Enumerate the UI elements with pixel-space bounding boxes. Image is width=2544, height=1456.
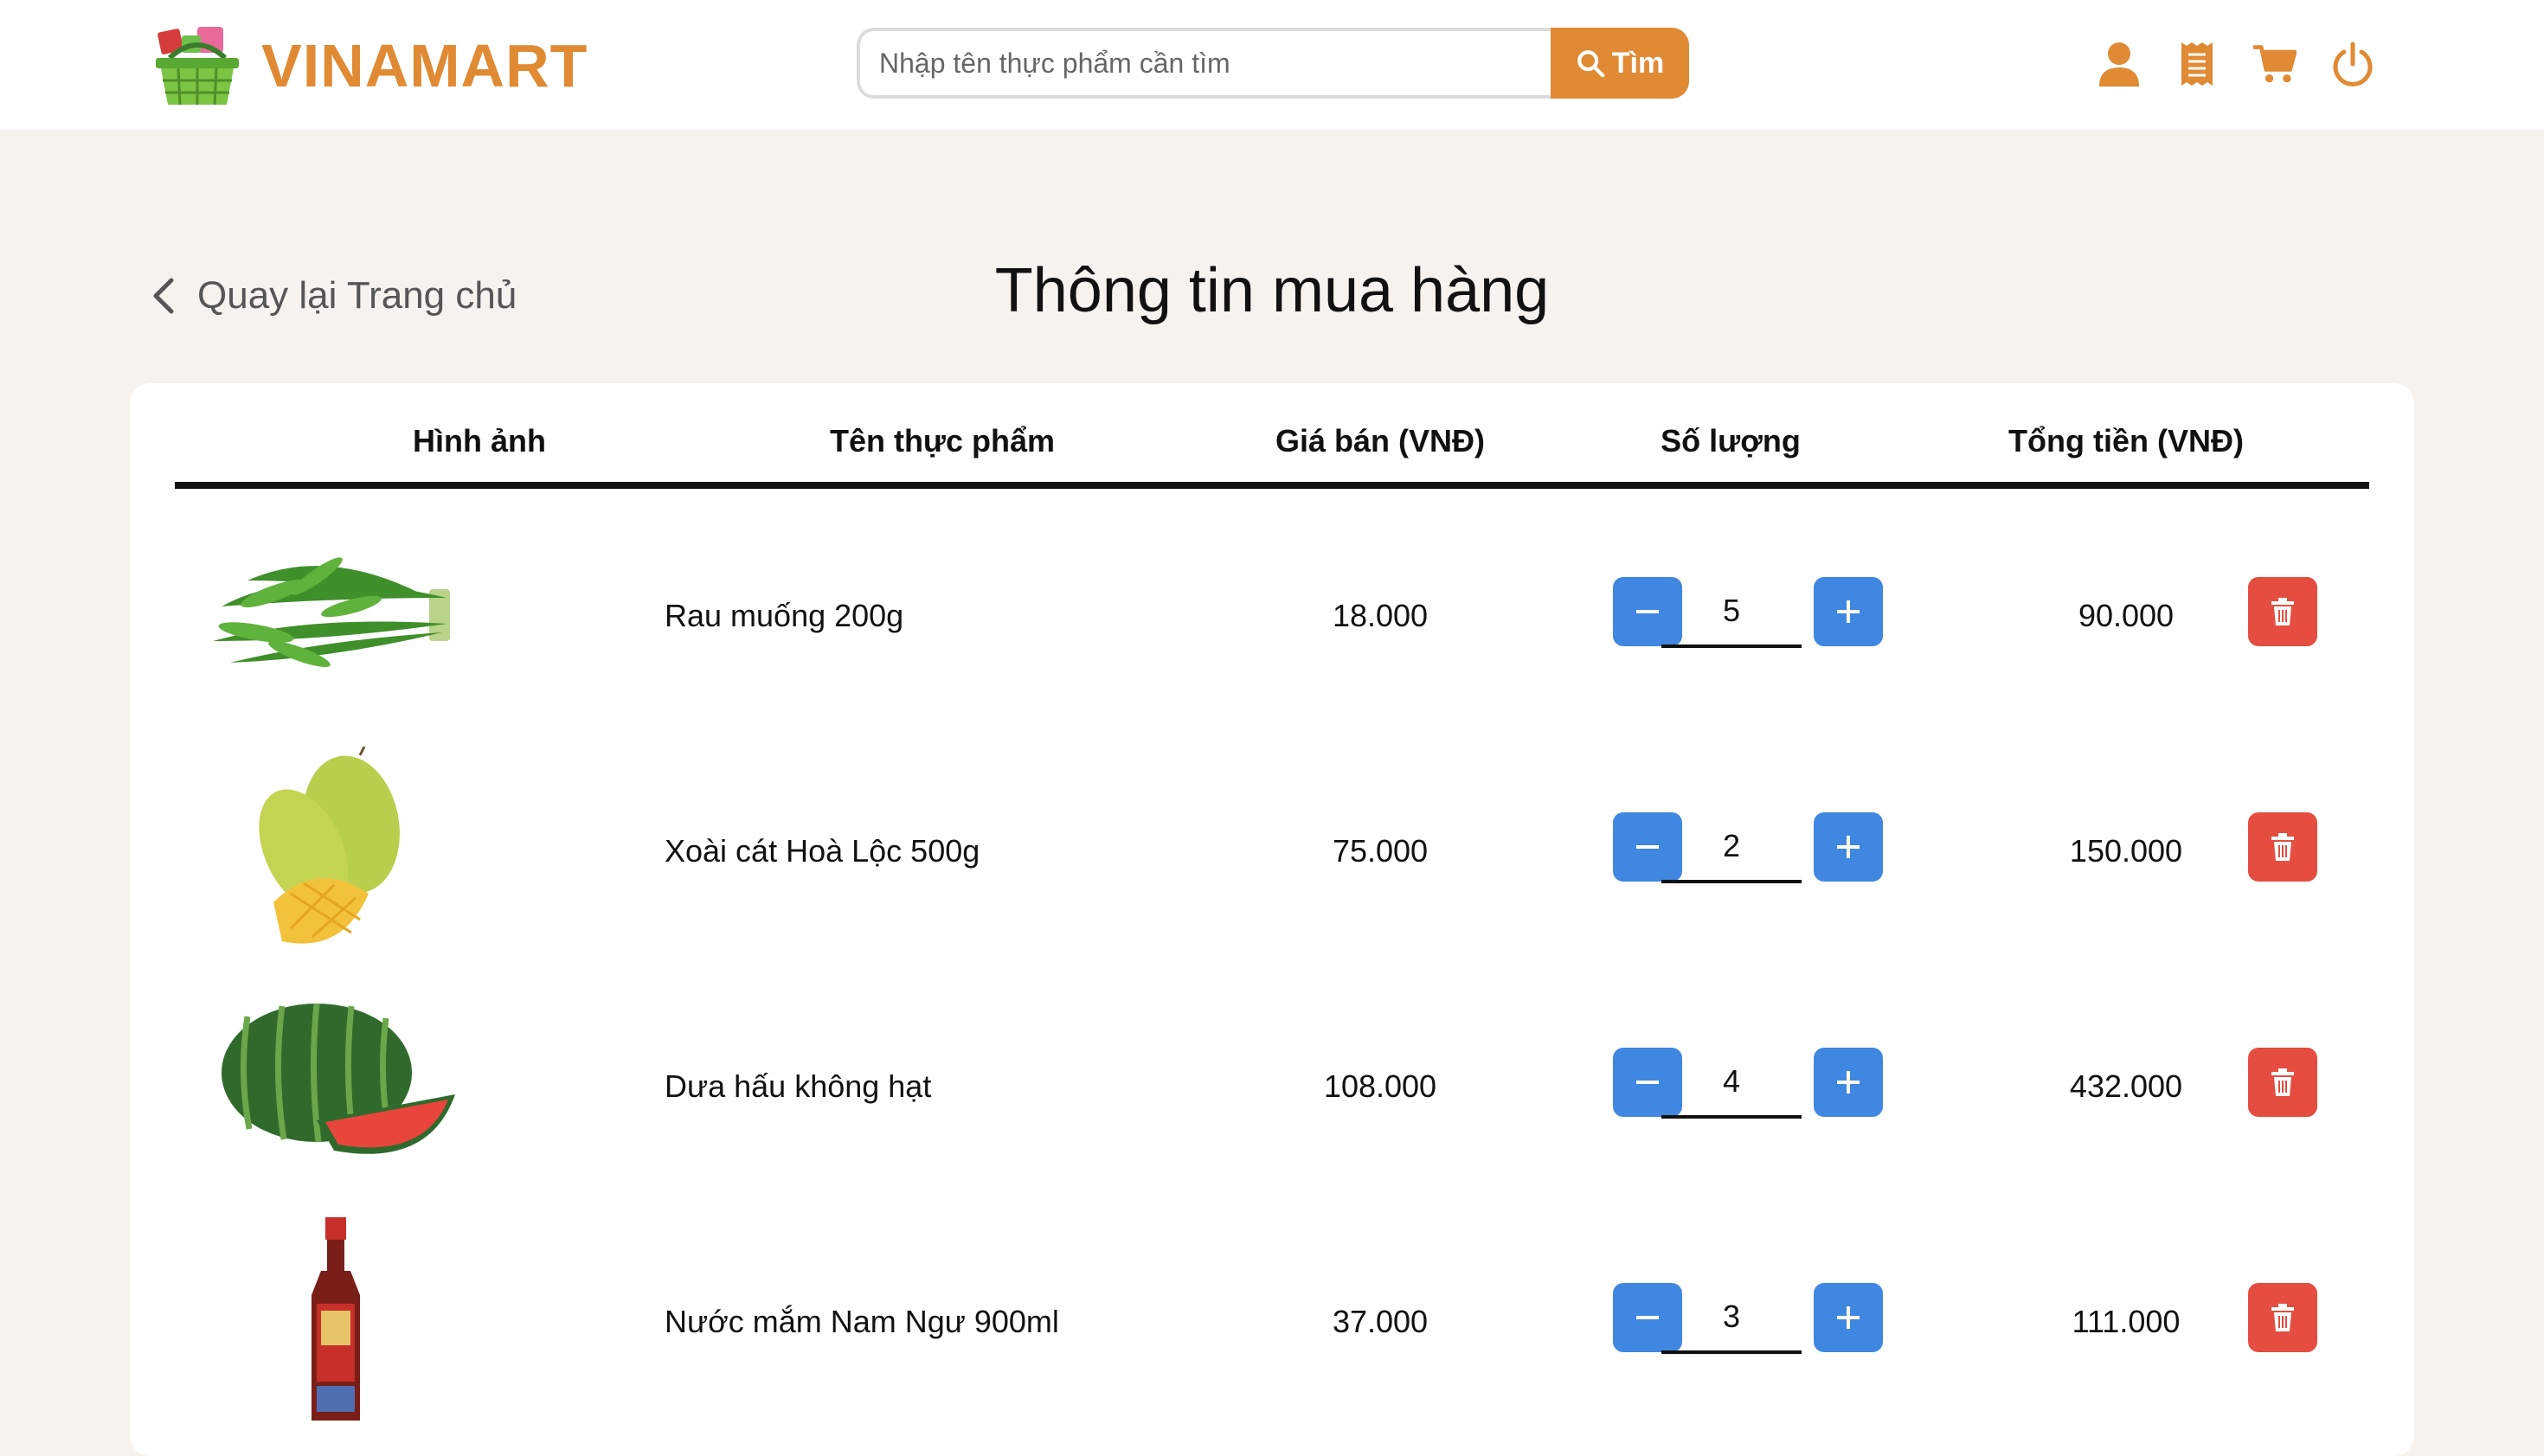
quantity-input[interactable] — [1661, 812, 1802, 883]
back-link-label: Quay lại Trang chủ — [197, 274, 517, 317]
minus-icon — [1636, 610, 1659, 613]
row-total: 90.000 — [2078, 598, 2175, 633]
delete-item-button[interactable] — [2248, 1283, 2317, 1352]
receipt-icon[interactable] — [2175, 41, 2219, 87]
product-price: 108.000 — [1323, 1068, 1437, 1104]
header-total: Tổng tiền (VNĐ) — [2008, 423, 2244, 459]
table-row: Nước mắm Nam Ngư 900ml 37.000 111.000 — [175, 1217, 2369, 1453]
top-header: VINAMART Tìm — [0, 0, 2544, 130]
brand-logo[interactable]: VINAMART — [152, 22, 588, 109]
delete-item-button[interactable] — [2248, 812, 2317, 882]
cart-icon[interactable] — [2253, 41, 2297, 87]
quantity-input[interactable] — [1661, 577, 1802, 648]
increase-quantity-button[interactable] — [1814, 1048, 1883, 1117]
power-icon[interactable] — [2331, 41, 2374, 87]
table-row: Xoài cát Hoà Lộc 500g 75.000 150.000 — [175, 747, 2369, 982]
table-row: Rau muống 200g 18.000 90.000 — [175, 511, 2369, 747]
trash-icon — [2271, 598, 2294, 625]
fish-sauce-bottle-image — [312, 1217, 360, 1421]
header-product-name: Tên thực phẩm — [829, 423, 1056, 459]
minus-icon — [1636, 1081, 1659, 1084]
trash-icon — [2271, 1304, 2294, 1331]
header-image: Hình ảnh — [413, 423, 546, 459]
table-header: Hình ảnh Tên thực phẩm Giá bán (VNĐ) Số … — [175, 413, 2369, 489]
row-total: 432.000 — [2069, 1068, 2183, 1104]
product-name: Xoài cát Hoà Lộc 500g — [665, 833, 980, 869]
plus-icon — [1837, 1306, 1860, 1329]
trash-icon — [2271, 833, 2294, 861]
row-total: 150.000 — [2069, 833, 2183, 869]
watermelon-image — [222, 1003, 455, 1154]
search-bar: Tìm — [857, 28, 1689, 99]
cart-table-card: Hình ảnh Tên thực phẩm Giá bán (VNĐ) Số … — [130, 383, 2414, 1456]
row-total: 111.000 — [2072, 1304, 2181, 1339]
plus-icon — [1837, 600, 1860, 623]
product-price: 18.000 — [1332, 598, 1429, 633]
header-quantity: Số lượng — [1661, 423, 1801, 459]
basket-logo-icon — [156, 27, 239, 106]
product-price: 37.000 — [1332, 1304, 1429, 1339]
minus-icon — [1636, 845, 1659, 849]
header-actions — [2098, 38, 2374, 90]
trash-icon — [2271, 1068, 2294, 1096]
chevron-left-icon — [153, 278, 174, 314]
quantity-input[interactable] — [1661, 1048, 1802, 1119]
increase-quantity-button[interactable] — [1814, 1283, 1883, 1352]
product-price: 75.000 — [1332, 833, 1429, 869]
user-icon[interactable] — [2098, 41, 2141, 87]
minus-icon — [1636, 1316, 1659, 1319]
increase-quantity-button[interactable] — [1814, 812, 1883, 882]
search-button-label: Tìm — [1611, 46, 1665, 80]
mango-image — [259, 747, 400, 944]
plus-icon — [1837, 836, 1860, 858]
quantity-input[interactable] — [1661, 1283, 1802, 1354]
water-spinach-image — [213, 557, 450, 668]
search-icon — [1577, 50, 1605, 78]
product-name: Dưa hấu không hạt — [665, 1068, 932, 1104]
increase-quantity-button[interactable] — [1814, 577, 1883, 646]
product-name: Nước mắm Nam Ngư 900ml — [665, 1304, 1059, 1339]
brand-name: VINAMART — [261, 32, 588, 99]
back-to-home-link[interactable]: Quay lại Trang chủ — [152, 270, 517, 322]
page-title: Thông tin mua hàng — [994, 256, 1550, 325]
product-name: Rau muống 200g — [665, 598, 904, 633]
search-button[interactable]: Tìm — [1551, 28, 1689, 99]
delete-item-button[interactable] — [2248, 577, 2317, 646]
search-input[interactable] — [857, 28, 1551, 99]
header-price: Giá bán (VNĐ) — [1275, 423, 1486, 459]
delete-item-button[interactable] — [2248, 1048, 2317, 1117]
table-row: Dưa hấu không hạt 108.000 432.000 — [175, 982, 2369, 1217]
plus-icon — [1837, 1071, 1860, 1094]
